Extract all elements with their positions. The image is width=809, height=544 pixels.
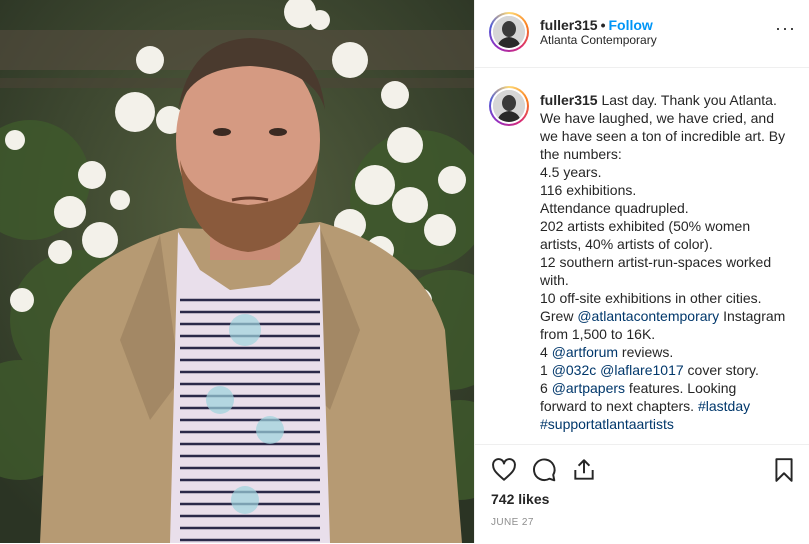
caption-line: #supportatlantaartists — [540, 415, 802, 433]
caption-text: 6 — [540, 380, 552, 396]
caption-line: We have laughed, we have cried, and — [540, 109, 802, 127]
mention-link[interactable]: @032c — [552, 362, 597, 378]
header-user-line: fuller315 • Follow — [540, 16, 653, 34]
caption-author-avatar[interactable] — [489, 86, 529, 126]
caption-line: 202 artists exhibited (50% women — [540, 217, 802, 235]
caption-text: Last day. Thank you Atlanta. — [601, 92, 777, 108]
share-icon[interactable] — [571, 457, 597, 483]
caption-text: cover story. — [683, 362, 759, 378]
caption-text: 12 southern artist-run-spaces worked — [540, 254, 772, 270]
caption-line: from 1,500 to 16K. — [540, 325, 802, 343]
caption-line: 4 @artforum reviews. — [540, 343, 802, 361]
caption-text: We have laughed, we have cried, and — [540, 110, 775, 126]
post-location[interactable]: Atlanta Contemporary — [540, 33, 657, 47]
like-count[interactable]: 742 likes — [491, 491, 549, 507]
bookmark-icon[interactable] — [771, 457, 797, 483]
caption-line: 4.5 years. — [540, 163, 802, 181]
caption-line: Attendance quadrupled. — [540, 199, 802, 217]
photo-illustration — [0, 0, 474, 543]
post-header: fuller315 • Follow Atlanta Contemporary ··… — [475, 0, 809, 68]
author-username[interactable]: fuller315 — [540, 17, 598, 33]
mention-link[interactable]: @laflare1017 — [600, 362, 684, 378]
hashtag-link[interactable]: #lastday — [698, 398, 750, 414]
caption-line: forward to next chapters. #lastday — [540, 397, 802, 415]
caption-line: 12 southern artist-run-spaces worked — [540, 253, 802, 271]
heart-icon[interactable] — [491, 457, 517, 483]
caption-text: Attendance quadrupled. — [540, 200, 689, 216]
caption-text: we have seen a ton of incredible art. By — [540, 128, 786, 144]
caption-text: 10 off-site exhibitions in other cities. — [540, 290, 762, 306]
caption-line: Grew @atlantacontemporary Instagram — [540, 307, 802, 325]
follow-button[interactable]: Follow — [609, 17, 653, 33]
post-photo[interactable] — [0, 0, 474, 543]
caption-text: with. — [540, 272, 569, 288]
mention-link[interactable]: @artpapers — [552, 380, 625, 396]
mention-link[interactable]: @atlantacontemporary — [577, 308, 719, 324]
hashtag-link[interactable]: #supportatlantaartists — [540, 416, 674, 432]
caption-text: artists, 40% artists of color). — [540, 236, 713, 252]
caption-text: features. Looking — [625, 380, 737, 396]
caption-text: 202 artists exhibited (50% women — [540, 218, 751, 234]
caption-text: 4 — [540, 344, 552, 360]
more-options-icon[interactable]: ··· — [775, 19, 796, 37]
caption-line: 1 @032c @laflare1017 cover story. — [540, 361, 802, 379]
caption-text: forward to next chapters. — [540, 398, 698, 414]
caption-text: Grew — [540, 308, 578, 324]
caption-line: fuller315 Last day. Thank you Atlanta. — [540, 91, 802, 109]
caption-line: artists, 40% artists of color). — [540, 235, 802, 253]
caption-text: 116 exhibitions. — [540, 182, 637, 198]
caption-line: we have seen a ton of incredible art. By — [540, 127, 802, 145]
comment-icon[interactable] — [531, 457, 557, 483]
mention-link[interactable]: @artforum — [552, 344, 618, 360]
caption-line: 6 @artpapers features. Looking — [540, 379, 802, 397]
caption-text: 4.5 years. — [540, 164, 602, 180]
post-caption: fuller315 Last day. Thank you Atlanta. We… — [540, 91, 802, 433]
caption-line: the numbers: — [540, 145, 802, 163]
author-avatar[interactable] — [489, 12, 529, 52]
caption-text: 1 — [540, 362, 552, 378]
caption-username[interactable]: fuller315 — [540, 92, 598, 108]
caption-line: 116 exhibitions. — [540, 181, 802, 199]
post-actions: 742 likes JUNE 27 — [475, 444, 809, 544]
caption-text: the numbers: — [540, 146, 622, 162]
separator-dot: • — [600, 17, 606, 33]
post-date[interactable]: JUNE 27 — [491, 517, 534, 528]
caption-text: reviews. — [618, 344, 674, 360]
post-side-panel: fuller315 • Follow Atlanta Contemporary ··… — [474, 0, 809, 543]
caption-line: with. — [540, 271, 802, 289]
caption-line: 10 off-site exhibitions in other cities. — [540, 289, 802, 307]
caption-text: Instagram — [719, 308, 786, 324]
caption-text: from 1,500 to 16K. — [540, 326, 656, 342]
